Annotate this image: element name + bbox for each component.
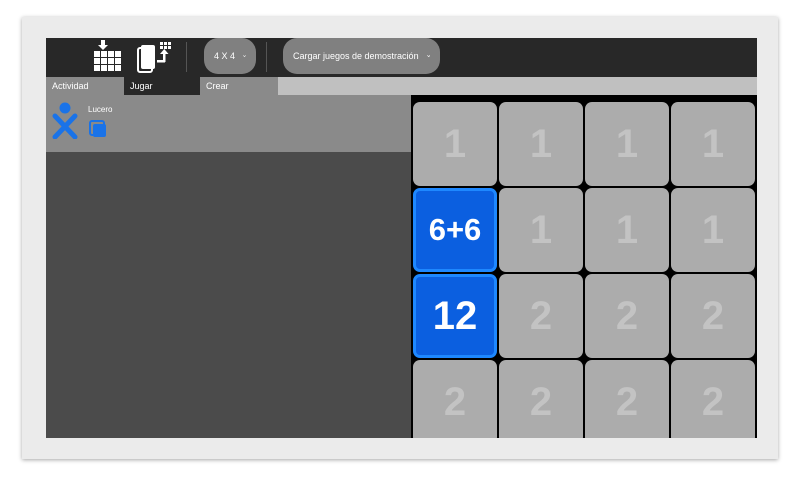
grid-game-icon[interactable] — [92, 40, 124, 74]
chevron-down-icon — [243, 55, 246, 58]
card-4[interactable]: 1 — [671, 102, 755, 186]
card-9[interactable]: 12 — [413, 274, 497, 358]
demo-games-combo-label: Cargar juegos de demostración — [293, 51, 419, 61]
card-11[interactable]: 2 — [585, 274, 669, 358]
card-14[interactable]: 2 — [499, 360, 583, 438]
card-7[interactable]: 1 — [585, 188, 669, 272]
card-5[interactable]: 6+6 — [413, 188, 497, 272]
load-game-icon[interactable] — [134, 40, 174, 74]
memorize-activity: 4 X 4 Cargar juegos de demostración Acti… — [46, 38, 757, 438]
toolbar-separator — [186, 42, 187, 72]
card-16[interactable]: 2 — [671, 360, 755, 438]
player-row: Lucero — [46, 95, 411, 152]
players-panel: Lucero — [46, 95, 411, 438]
xo-buddy-icon — [52, 102, 78, 139]
card-12[interactable]: 2 — [671, 274, 755, 358]
card-10[interactable]: 2 — [499, 274, 583, 358]
card-13[interactable]: 2 — [413, 360, 497, 438]
player-name: Lucero — [88, 105, 113, 114]
tab-actividad[interactable]: Actividad — [46, 77, 124, 95]
toolbar-separator — [266, 42, 267, 72]
size-combo[interactable]: 4 X 4 — [204, 38, 256, 74]
tab-jugar[interactable]: Jugar — [124, 77, 200, 95]
card-6[interactable]: 1 — [499, 188, 583, 272]
card-8[interactable]: 1 — [671, 188, 755, 272]
tab-bar: Actividad Jugar Crear — [46, 77, 757, 95]
player-score-icon — [89, 120, 106, 137]
demo-games-combo[interactable]: Cargar juegos de demostración — [283, 38, 440, 74]
size-combo-label: 4 X 4 — [214, 51, 236, 61]
chevron-down-icon — [426, 55, 430, 58]
tab-crear[interactable]: Crear — [200, 77, 278, 95]
card-1[interactable]: 1 — [413, 102, 497, 186]
game-board: 1 1 1 1 6+6 1 1 1 12 2 2 2 2 2 2 2 — [411, 95, 757, 438]
card-3[interactable]: 1 — [585, 102, 669, 186]
card-15[interactable]: 2 — [585, 360, 669, 438]
card-2[interactable]: 1 — [499, 102, 583, 186]
toolbar: 4 X 4 Cargar juegos de demostración — [46, 38, 757, 77]
